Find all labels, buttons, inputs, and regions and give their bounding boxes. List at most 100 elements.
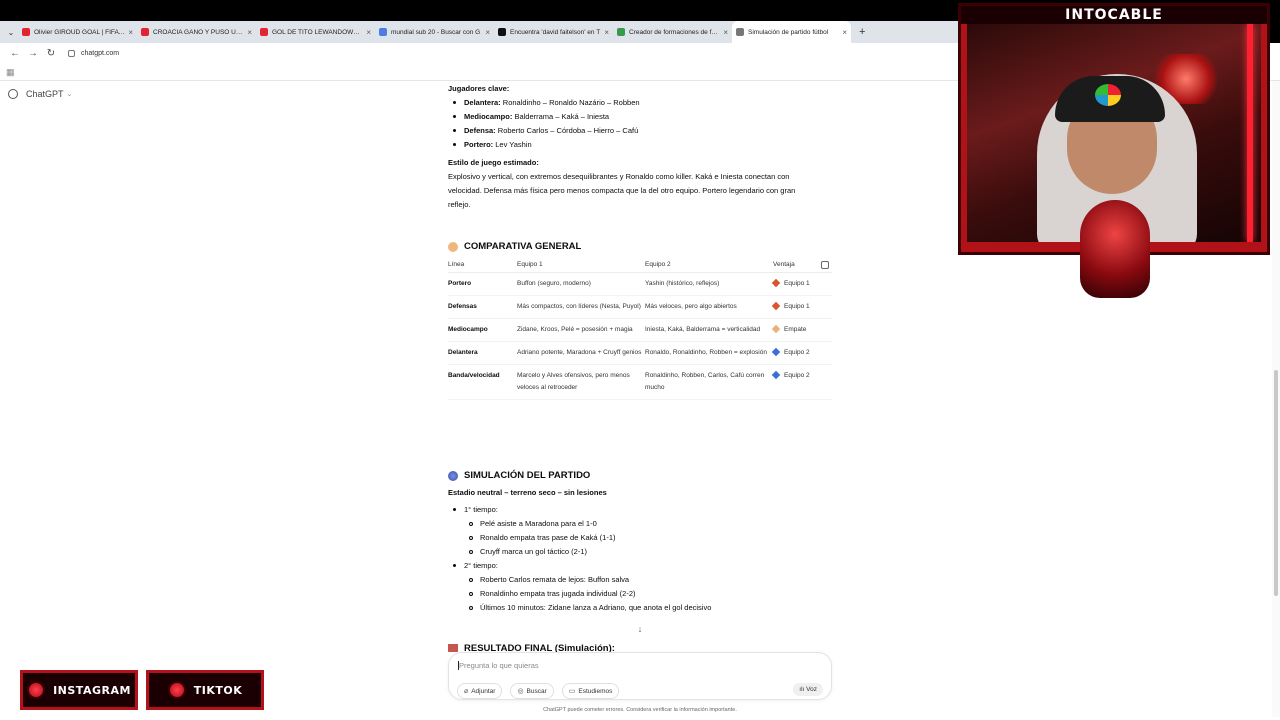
event-list: Pelé asiste a Maradona para el 1-0 Ronald… [448,517,828,559]
advantage-cell: Equipo 1 [771,295,832,319]
advantage-diamond-icon [771,324,781,334]
comparison-table: Línea Equipo 1 Equipo 2 Ventaja Portero B… [448,258,832,400]
advantage-label: Equipo 1 [784,279,810,287]
tab-favicon-icon [379,28,387,36]
table-row: Defensas Más compactos, con líderes (Nest… [448,295,832,319]
disclaimer-text: ChatGPT puede cometer errores. Considera… [543,707,737,713]
team1-cell: Marcelo y Alves ofensivos, pero menos ve… [517,364,645,400]
study-button[interactable]: ▭ Estudiemos [561,683,620,699]
browser-tab[interactable]: Encuentra 'david faitelson' en T × [494,21,613,43]
tab-favicon-icon [260,28,268,36]
list-item: Ronaldinho empata tras jugada individual… [448,587,828,601]
site-info-icon[interactable] [68,49,75,57]
close-tab-icon[interactable]: × [247,28,252,37]
team1-cell: Adriano potente, Maradona + Cruyff genio… [517,341,645,365]
close-tab-icon[interactable]: × [842,28,847,37]
player-role: Delantera: [464,98,501,107]
tab-label: Creador de formaciones de fútb [629,28,721,36]
globe-search-icon: ◎ [517,688,524,695]
attach-button[interactable]: ⌀ Adjuntar [457,683,503,699]
search-button[interactable]: ◎ Buscar [510,683,554,699]
voice-button[interactable]: ılı Voz [793,683,823,696]
copy-table-icon[interactable] [821,261,829,269]
new-tab-icon[interactable]: + [859,26,865,38]
table-header-row: Línea Equipo 1 Equipo 2 Ventaja [448,258,832,273]
tiktok-label: TIKTOK [193,683,243,697]
team1-cell: Zidane, Kroos, Pelé = posesión + magia [517,318,645,342]
player-role: Portero: [464,140,494,149]
advantage-cell: Equipo 1 [771,272,832,296]
advantage-diamond-icon [771,347,781,357]
simulation-subtitle: Estadio neutral – terreno seco – sin les… [448,488,607,497]
neon-strip [1247,24,1253,242]
model-selector[interactable]: ChatGPT ⌄ [8,89,72,99]
advantage-label: Equipo 1 [784,302,810,310]
list-item: Portero: Lev Yashin [448,138,640,152]
browser-tab[interactable]: Creador de formaciones de fútb × [613,21,732,43]
close-tab-icon[interactable]: × [485,28,490,37]
table-row: Portero Buffon (seguro, moderno) Yashin (h… [448,272,832,296]
back-icon[interactable]: ← [6,48,24,59]
url-text: chatgpt.com [81,49,120,57]
style-heading: Estilo de juego estimado: [448,158,539,167]
browser-tab[interactable]: Simulación de partido fútbol × [732,21,851,43]
comparison-table-wrap: Línea Equipo 1 Equipo 2 Ventaja Portero B… [448,258,832,400]
key-players-section: Jugadores clave: Delantera: Ronaldinho –… [448,82,640,152]
prompt-input[interactable]: Pregunta lo que quieras [459,661,539,670]
list-item: Ronaldo empata tras pase de Kaká (1-1) [448,531,828,545]
table-row: Delantera Adriano potente, Maradona + Cru… [448,341,832,365]
app-name: ChatGPT [26,89,64,99]
line-cell: Banda/velocidad [448,364,517,400]
tab-label: Olivier GIROUD GOAL | FIFA PU [34,28,126,36]
url-field[interactable]: chatgpt.com [68,49,120,57]
line-cell: Delantera [448,341,517,365]
study-label: Estudiemos [578,687,613,695]
key-players-heading: Jugadores clave: [448,84,510,93]
team1-cell: Buffon (seguro, moderno) [517,272,645,296]
final-result-title: RESULTADO FINAL (Simulación): [464,644,615,652]
scroll-down-icon[interactable]: ↓ [634,624,646,634]
close-tab-icon[interactable]: × [128,28,133,37]
advantage-label: Equipo 2 [784,348,810,356]
column-header: Línea [448,258,517,273]
scrollbar-thumb[interactable] [1274,370,1278,596]
forward-icon[interactable]: → [24,48,42,59]
player-role: Defensa: [464,126,496,135]
search-label: Buscar [526,687,547,695]
table-row: Banda/velocidad Marcelo y Alves ofensivos… [448,364,832,400]
table-row: Mediocampo Zidane, Kroos, Pelé = posesión… [448,318,832,342]
final-result-heading: RESULTADO FINAL (Simulación): [448,644,615,652]
list-item: Últimos 10 minutos: Zidane lanza a Adria… [448,601,828,615]
list-item: Mediocampo: Balderrama – Kaká – Iniesta [448,110,640,124]
player-names: Roberto Carlos – Córdoba – Hierro – Cafú [497,126,639,135]
browser-tab[interactable]: GOL DE TITO LEWANDOWSKI × [256,21,375,43]
list-item: Defensa: Roberto Carlos – Córdoba – Hier… [448,124,640,138]
advantage-cell: Empate [771,318,832,342]
tab-label: CROACIA GANÓ Y PUSO UN R [153,28,245,36]
browser-tab[interactable]: mundial sub 20 - Buscar con G × [375,21,494,43]
browser-tab[interactable]: CROACIA GANÓ Y PUSO UN R × [137,21,256,43]
advantage-label: Equipo 2 [784,371,810,379]
close-tab-icon[interactable]: × [604,28,609,37]
tiktok-badge: TIKTOK [146,670,264,710]
browser-tab[interactable]: Olivier GIROUD GOAL | FIFA PU × [18,21,137,43]
close-tab-icon[interactable]: × [723,28,728,37]
advantage-diamond-icon [771,370,781,380]
key-players-list: Delantera: Ronaldinho – Ronaldo Nazário … [448,96,640,152]
style-line-2: velocidad. Defensa más física pero menos… [448,186,796,195]
chevron-down-icon: ⌄ [66,91,73,98]
column-header: Equipo 1 [517,258,645,273]
line-cell: Mediocampo [448,318,517,342]
tab-label: Encuentra 'david faitelson' en T [510,28,601,36]
attach-label: Adjuntar [471,687,496,695]
tab-favicon-icon [141,28,149,36]
simulation-list: 1° tiempo: Pelé asiste a Maradona para el… [448,503,828,615]
apps-grid-icon[interactable]: ▦ [6,67,15,78]
team2-cell: Más veloces, pero algo abiertos [645,295,773,319]
tab-favicon-icon [498,28,506,36]
list-item: Pelé asiste a Maradona para el 1-0 [448,517,828,531]
reload-icon[interactable]: ↻ [42,48,60,59]
close-tab-icon[interactable]: × [366,28,371,37]
tab-search-chevron-icon[interactable]: ⌄ [4,28,18,37]
prompt-composer[interactable]: Pregunta lo que quieras ⌀ Adjuntar ◎ Busca… [448,652,832,700]
